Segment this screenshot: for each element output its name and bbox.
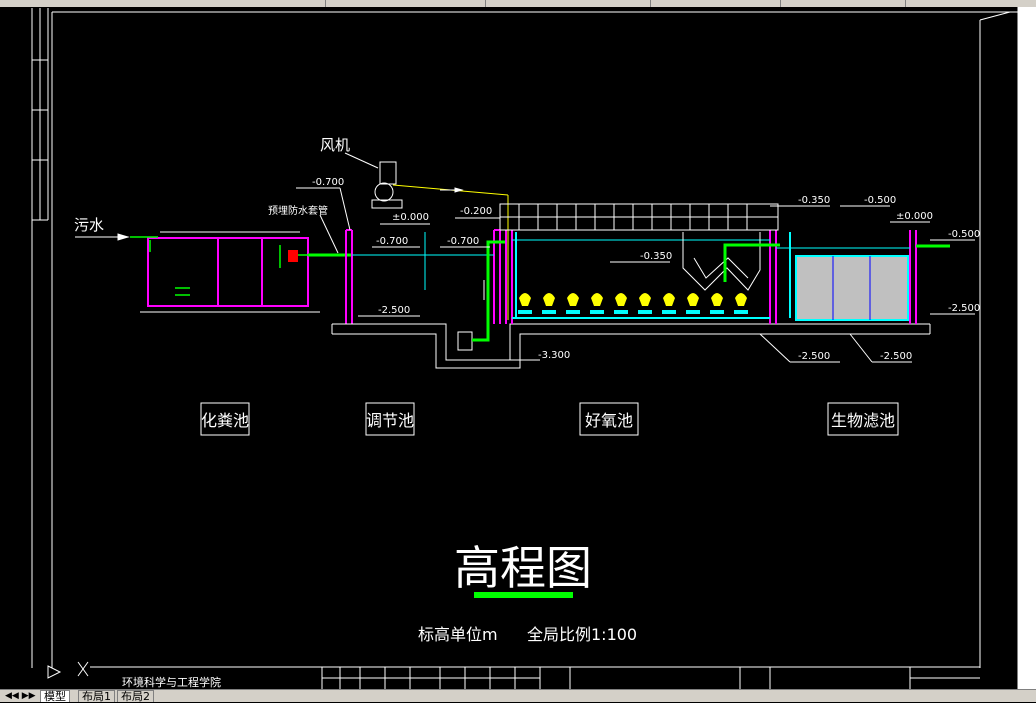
tank-label-equalization: 调节池 <box>366 411 414 430</box>
title-underline <box>474 592 573 598</box>
aerator-row <box>518 293 748 314</box>
elevation-label: -0.700 <box>312 177 344 188</box>
elevation-label: -2.500 <box>798 351 830 362</box>
elevation-label: ±0.000 <box>392 212 429 223</box>
school-name: 环境科学与工程学院 <box>122 675 221 689</box>
biofilter-tank <box>776 230 950 324</box>
elevation-label: -0.200 <box>460 206 492 217</box>
elevation-label: -2.500 <box>378 305 410 316</box>
elevation-label: -3.300 <box>538 350 570 361</box>
elevation-label: -0.700 <box>447 236 479 247</box>
tab-model[interactable]: 模型 <box>40 690 70 702</box>
units-note: 标高单位m <box>418 625 498 644</box>
elevation-label: -0.350 <box>798 195 830 206</box>
ucs-icon <box>47 661 89 679</box>
blower-label: 风机 <box>320 136 350 154</box>
scale-note: 全局比例1:100 <box>527 625 637 644</box>
inlet-arrow <box>75 233 130 241</box>
elevation-label: -0.350 <box>640 251 672 262</box>
inlet-label: 污水 <box>74 216 104 234</box>
septic-tank <box>130 231 330 313</box>
elevation-label: -0.500 <box>864 195 896 206</box>
elevation-label: -2.500 <box>948 303 980 314</box>
drawing-title: 高程图 <box>454 541 592 595</box>
sleeve-label: 预埋防水套管 <box>268 204 328 217</box>
title-block <box>90 666 980 690</box>
tank-name-boxes <box>200 402 899 436</box>
tank-label-biofilter: 生物滤池 <box>831 411 895 430</box>
tab-layout2[interactable]: 布局2 <box>117 690 154 702</box>
drawing-canvas[interactable]: 污水 风机 预埋防水套管 -0.700 ±0.000 -0.700 -0.700… <box>0 0 1036 702</box>
elevation-label: -0.500 <box>948 229 980 240</box>
elevation-label: ±0.000 <box>896 211 933 222</box>
tab-layout1[interactable]: 布局1 <box>78 690 115 702</box>
tank-label-septic: 化粪池 <box>201 411 249 430</box>
elevation-label: -0.700 <box>376 236 408 247</box>
aerobic-tank <box>499 203 780 324</box>
layout-tab-bar: ◀◀ ▶▶ 模型 布局1 布局2 <box>0 689 1036 702</box>
tank-label-aerobic: 好氧池 <box>585 411 633 430</box>
elevation-label: -2.500 <box>880 351 912 362</box>
tab-nav-arrows[interactable]: ◀◀ ▶▶ <box>2 691 39 702</box>
